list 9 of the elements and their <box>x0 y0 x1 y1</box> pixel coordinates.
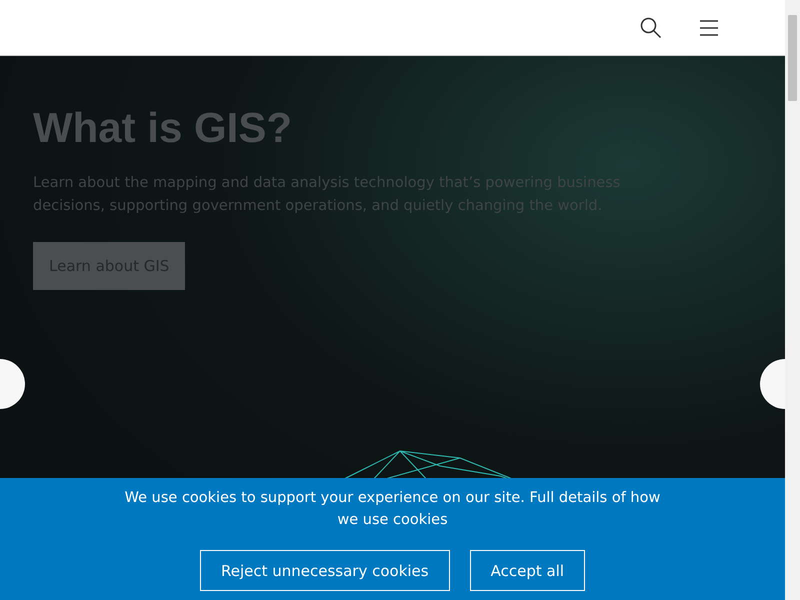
cookie-button[interactable]: Reject unnecessary cookies <box>200 550 450 591</box>
cookie-button[interactable]: Accept all <box>470 550 586 591</box>
cookie-message: We use cookies to support your experience on our site. Full details of how we use cookies <box>124 489 662 530</box>
scrollbar-thumb[interactable] <box>788 15 797 101</box>
search-icon <box>640 16 662 38</box>
search-button[interactable] <box>639 16 663 40</box>
scrollbar[interactable] <box>785 0 800 600</box>
menu-icon <box>699 20 719 36</box>
hero-title: What is GIS? <box>33 104 294 152</box>
